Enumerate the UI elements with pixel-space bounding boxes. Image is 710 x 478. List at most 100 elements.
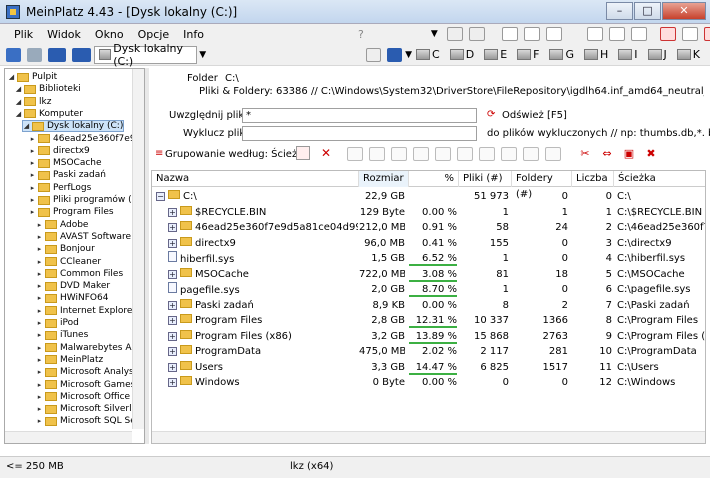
tree-item[interactable]: ▸ Bonjour — [36, 243, 95, 255]
tree-item[interactable]: ◢ Komputer — [15, 108, 83, 120]
chevron-down-icon[interactable]: ▼ — [431, 29, 438, 39]
expand-arrow-icon[interactable]: ▸ — [36, 305, 43, 317]
expand-arrow-icon[interactable]: ▸ — [36, 317, 43, 329]
level-7-icon[interactable] — [501, 147, 517, 161]
level-3-icon[interactable] — [413, 147, 429, 161]
tree-item[interactable]: ▸ Internet Explorer — [36, 305, 136, 317]
drive-combo[interactable]: Dysk lokalny (C:) — [94, 42, 198, 68]
tree-horizontal-scrollbar[interactable] — [5, 431, 132, 443]
table-row[interactable]: + Program Files (x86) 3,2 GB 13.89 % 15 868 2… — [152, 329, 705, 344]
level-8-icon[interactable] — [523, 147, 539, 161]
table-row[interactable]: + ProgramData 475,0 MB 2.02 % 2 117 281 10 C:\P… — [152, 344, 705, 359]
window-split-icon[interactable] — [630, 27, 647, 41]
table-row[interactable]: + MSOCache 722,0 MB 3.08 % 81 18 5 C:\MSOCache — [152, 267, 705, 282]
tree-item[interactable]: ▸ Microsoft Silverligh — [36, 403, 144, 415]
expand-arrow-icon[interactable]: ▸ — [29, 194, 36, 206]
level-4-icon[interactable] — [435, 147, 451, 161]
tree-item[interactable]: ▸ AVAST Software — [36, 231, 131, 243]
tree-item[interactable]: ◢ lkz — [15, 96, 52, 108]
table-row[interactable]: − C:\ 22,9 GB 51 973 0 0 C:\ — [152, 189, 705, 204]
network-drive-icon[interactable] — [387, 47, 403, 62]
close-doc-icon[interactable] — [659, 27, 676, 41]
drive-j-button[interactable]: J — [647, 48, 667, 61]
up-folder-icon[interactable] — [26, 47, 42, 62]
window-tile-icon[interactable] — [608, 27, 625, 41]
table-row[interactable]: + Users 3,3 GB 14.47 % 6 825 1517 11 C:\Users — [152, 360, 705, 375]
expand-arrow-icon[interactable]: ▸ — [36, 391, 43, 403]
drive-e-button[interactable]: E — [484, 48, 507, 61]
table-row[interactable]: +46ead25e360f7e9d5a81ce04d99ca4212,0 MB 0… — [152, 220, 705, 235]
tree-item[interactable]: ▸ directx9 — [29, 145, 90, 157]
include-files-input[interactable]: * — [242, 108, 477, 123]
table-row[interactable]: + $RECYCLE.BIN 129 Byte 0.00 % 1 1 1 C:\$RECYCL… — [152, 205, 705, 220]
drive-f-button[interactable]: F — [517, 48, 539, 61]
tree-item[interactable]: ◢ Pulpit — [8, 71, 57, 83]
tree-item[interactable]: ▸ Common Files — [36, 268, 123, 280]
expand-icon[interactable]: + — [168, 207, 177, 217]
expand-icon[interactable]: + — [168, 300, 177, 310]
tree-item[interactable]: ▸ MeinPlatz — [36, 354, 103, 366]
level-2-icon[interactable] — [391, 147, 407, 161]
menu-okno[interactable]: Okno — [88, 28, 131, 41]
expand-arrow-icon[interactable]: ▸ — [36, 329, 43, 341]
back-icon[interactable] — [446, 27, 463, 41]
tree-item[interactable]: ▸ iTunes — [36, 329, 89, 341]
tree-item[interactable]: ▸ Adobe — [36, 219, 89, 231]
expand-arrow-icon[interactable]: ▸ — [29, 133, 36, 145]
trash-icon[interactable]: ▣ — [621, 147, 637, 161]
tree-item[interactable]: ▸ Paski zadań — [29, 169, 106, 181]
tree-item[interactable]: ▸ iPod — [36, 317, 79, 329]
level-0-icon[interactable] — [347, 147, 363, 161]
expand-arrow-icon[interactable]: ▸ — [36, 219, 43, 231]
tree-item[interactable]: ▸ MSOCache — [29, 157, 102, 169]
refresh-icon[interactable]: ⟳ — [487, 109, 495, 120]
restore-doc-icon[interactable] — [681, 27, 698, 41]
table-row[interactable]: + Program Files 2,8 GB 12.31 % 10 337 1366 8 C:… — [152, 313, 705, 328]
tree-item[interactable]: ▸ Microsoft Office — [36, 391, 130, 403]
expand-arrow-icon[interactable]: ▸ — [29, 157, 36, 169]
expand-arrow-icon[interactable]: ◢ — [15, 83, 22, 95]
maximize-button[interactable]: □ — [634, 2, 661, 20]
header-liczba[interactable]: Liczba — [572, 171, 614, 187]
expand-arrow-icon[interactable]: ◢ — [8, 71, 15, 83]
expand-arrow-icon[interactable]: ▸ — [36, 268, 43, 280]
expand-arrow-icon[interactable]: ◢ — [15, 96, 22, 108]
print-icon[interactable] — [501, 27, 518, 41]
window-cascade-icon[interactable] — [586, 27, 603, 41]
table-row[interactable]: + Windows 0 Byte 0.00 % 0 0 12 C:\Windows — [152, 375, 705, 390]
tree-item[interactable]: ▸ Pliki programów (x86 — [29, 194, 144, 206]
file-list-grid[interactable]: Nazwa Rozmiar % Pliki (#) Foldery (#) Li… — [151, 170, 706, 444]
menu-info[interactable]: Info — [176, 28, 211, 41]
table-row[interactable]: + directx9 96,0 MB 0.41 % 155 0 3 C:\directx9 — [152, 236, 705, 251]
level-1-icon[interactable] — [369, 147, 385, 161]
menu-widok[interactable]: Widok — [40, 28, 88, 41]
expand-arrow-icon[interactable]: ▸ — [29, 145, 36, 157]
expand-arrow-icon[interactable]: ▸ — [36, 342, 43, 354]
drive-h-button[interactable]: H — [584, 48, 608, 61]
header-nazwa[interactable]: Nazwa — [152, 171, 359, 187]
close-all-icon[interactable] — [703, 27, 710, 41]
menu-plik[interactable]: Plik — [7, 28, 40, 41]
header-percent[interactable]: % — [409, 171, 459, 187]
expand-arrow-icon[interactable]: ▸ — [36, 415, 43, 427]
expand-arrow-icon[interactable]: ▸ — [36, 243, 43, 255]
drive-g-button[interactable]: G — [549, 48, 574, 61]
menu-opcje[interactable]: Opcje — [131, 28, 177, 41]
exclude-files-input[interactable] — [242, 126, 477, 141]
expand-icon[interactable]: + — [168, 331, 177, 341]
chevron-down-icon[interactable]: ▼ — [199, 50, 206, 60]
expand-icon[interactable]: + — [168, 316, 177, 325]
tree-item[interactable]: ▸ Malwarebytes Anti — [36, 342, 144, 354]
expand-icon[interactable]: + — [168, 347, 177, 356]
expand-arrow-icon[interactable]: ▸ — [36, 354, 43, 366]
level-5-icon[interactable] — [457, 147, 473, 161]
grid-horizontal-scrollbar[interactable] — [152, 431, 705, 443]
refresh-icon[interactable] — [366, 47, 382, 62]
expand-arrow-icon[interactable]: ▸ — [36, 366, 43, 378]
table-row[interactable]: hiberfil.sys 1,5 GB 6.52 % 1 0 4 C:\hiberfil.s… — [152, 251, 705, 266]
expand-arrow-icon[interactable]: ◢ — [15, 108, 22, 120]
expand-icon[interactable]: + — [168, 378, 177, 387]
folder-tree[interactable]: ◢ Pulpit ◢ Biblioteki ◢ lkz ◢ Komputer ◢ Dysk lok… — [4, 68, 145, 444]
computer-icon[interactable] — [47, 47, 67, 62]
forward-icon[interactable] — [468, 27, 485, 41]
